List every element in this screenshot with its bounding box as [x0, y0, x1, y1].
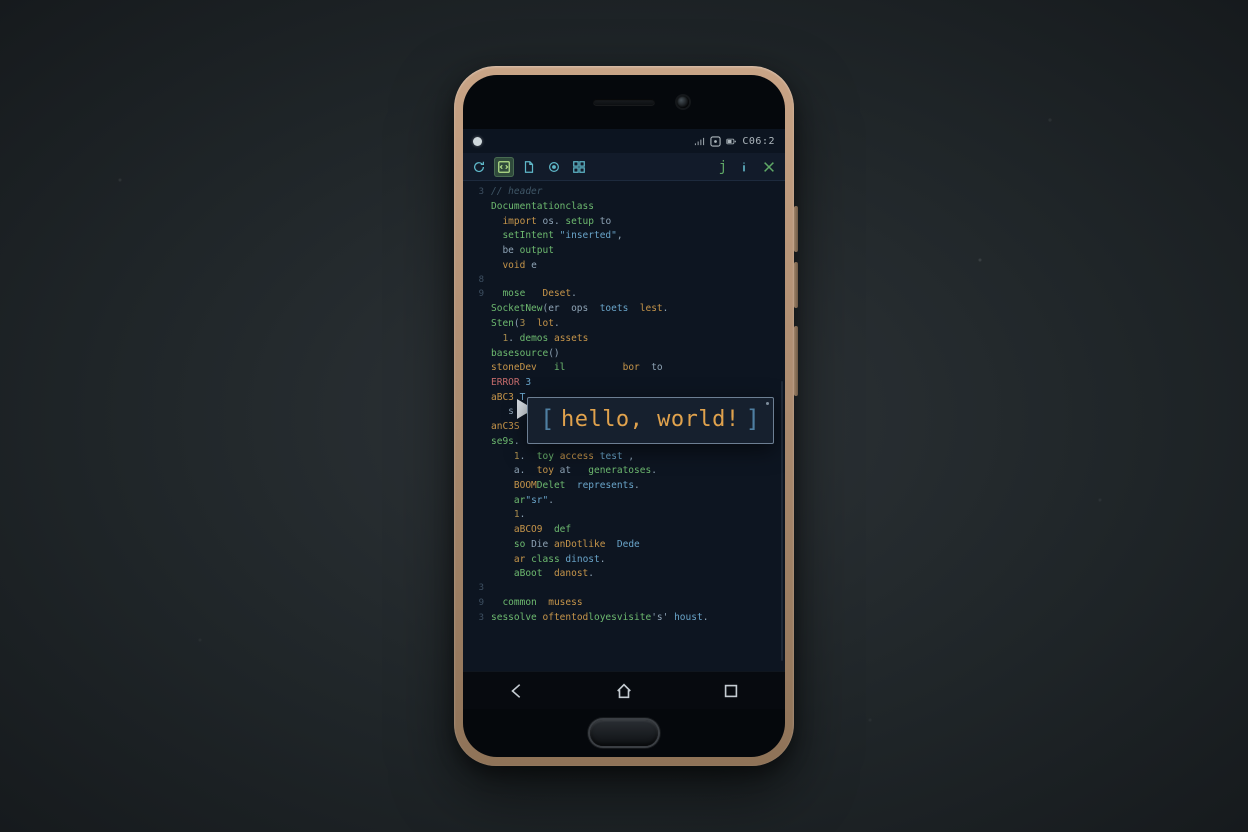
code-content: aBoot danost.: [491, 567, 779, 582]
code-line[interactable]: Sten(3 lot.: [463, 317, 785, 332]
line-number: 8: [469, 274, 491, 288]
popover-text: hello, world!: [561, 403, 740, 437]
bracket-close-icon: ]: [746, 407, 761, 431]
signal-icon: [694, 136, 705, 147]
scrollbar[interactable]: [781, 381, 783, 661]
code-line[interactable]: 8: [463, 274, 785, 288]
code-line[interactable]: basesource(): [463, 347, 785, 362]
line-number: 3: [469, 186, 491, 200]
back-button[interactable]: [493, 677, 541, 705]
volume-up-button[interactable]: [794, 206, 798, 252]
status-bar: C06:2: [463, 129, 785, 153]
code-line[interactable]: stoneDev il bor to: [463, 361, 785, 376]
code-content: ar class dinost.: [491, 553, 779, 568]
code-content: ERROR 3: [491, 376, 779, 391]
code-line[interactable]: setIntent "inserted",: [463, 229, 785, 244]
data-icon: [710, 136, 721, 147]
code-editor[interactable]: [ hello, world! ] 3// headerDocumentatio…: [463, 181, 785, 671]
front-camera: [677, 96, 689, 108]
editor-toolbar: j: [463, 153, 785, 181]
earpiece-speaker: [593, 99, 655, 106]
info-icon[interactable]: [734, 157, 754, 177]
code-content: mose Deset.: [491, 287, 779, 302]
code-content: aBCO9 def: [491, 523, 779, 538]
code-content: a. toy at generatoses.: [491, 464, 779, 479]
code-content: be output: [491, 244, 779, 259]
code-line[interactable]: a. toy at generatoses.: [463, 464, 785, 479]
code-content: stoneDev il bor to: [491, 361, 779, 376]
code-line[interactable]: 9 common musess: [463, 596, 785, 611]
code-line[interactable]: aBoot danost.: [463, 567, 785, 582]
code-line[interactable]: Documentationclass: [463, 200, 785, 215]
code-content: so Die anDotlike Dede: [491, 538, 779, 553]
code-line[interactable]: 1. toy access test ,: [463, 450, 785, 465]
code-line[interactable]: BOOMDelet represents.: [463, 479, 785, 494]
notification-dot-icon: [473, 137, 482, 146]
code-content: common musess: [491, 596, 779, 611]
code-content: // header: [491, 185, 779, 200]
code-content: 1. demos assets: [491, 332, 779, 347]
home-button[interactable]: [600, 677, 648, 705]
code-line[interactable]: 3: [463, 582, 785, 596]
code-line[interactable]: ERROR 3: [463, 376, 785, 391]
code-content: Sten(3 lot.: [491, 317, 779, 332]
code-content: setIntent "inserted",: [491, 229, 779, 244]
code-content: basesource(): [491, 347, 779, 362]
volume-down-button[interactable]: [794, 262, 798, 308]
code-content: 1.: [491, 508, 779, 523]
code-content: sessolve oftentodloyesvisite's' houst.: [491, 611, 779, 626]
power-button[interactable]: [794, 326, 798, 396]
refresh-icon[interactable]: [469, 157, 489, 177]
code-content: BOOMDelet represents.: [491, 479, 779, 494]
grid-icon[interactable]: [569, 157, 589, 177]
line-number: 9: [469, 597, 491, 611]
android-nav-bar: [463, 671, 785, 709]
phone-frame: C06:2 j [ hello, world! ] 3// headerDocu…: [454, 66, 794, 766]
code-content: Documentationclass: [491, 200, 779, 215]
cursor-indicator: j: [717, 159, 729, 175]
code-block-icon[interactable]: [494, 157, 514, 177]
code-line[interactable]: ar"sr".: [463, 494, 785, 509]
line-number: 9: [469, 288, 491, 302]
file-icon[interactable]: [519, 157, 539, 177]
code-line[interactable]: import os. setup to: [463, 215, 785, 230]
hello-world-popover[interactable]: [ hello, world! ]: [527, 397, 774, 444]
code-line[interactable]: 1.: [463, 508, 785, 523]
line-number: 3: [469, 582, 491, 596]
code-line[interactable]: 9 mose Deset.: [463, 287, 785, 302]
code-line[interactable]: 1. demos assets: [463, 332, 785, 347]
code-content: import os. setup to: [491, 215, 779, 230]
code-line[interactable]: SocketNew(er ops toets lest.: [463, 302, 785, 317]
code-content: ar"sr".: [491, 494, 779, 509]
code-line[interactable]: be output: [463, 244, 785, 259]
code-content: SocketNew(er ops toets lest.: [491, 302, 779, 317]
recent-apps-button[interactable]: [707, 677, 755, 705]
code-line[interactable]: aBCO9 def: [463, 523, 785, 538]
phone-screen: C06:2 j [ hello, world! ] 3// headerDocu…: [463, 75, 785, 757]
bottom-hardware: [463, 709, 785, 757]
code-line[interactable]: 3// header: [463, 185, 785, 200]
code-line[interactable]: void e: [463, 259, 785, 274]
code-line[interactable]: so Die anDotlike Dede: [463, 538, 785, 553]
code-line[interactable]: ar class dinost.: [463, 553, 785, 568]
clock: C06:2: [742, 136, 775, 147]
top-hardware: [463, 75, 785, 129]
code-content: void e: [491, 259, 779, 274]
preview-icon[interactable]: [544, 157, 564, 177]
bracket-open-icon: [: [540, 407, 555, 431]
code-content: 1. toy access test ,: [491, 450, 779, 465]
code-line[interactable]: 3sessolve oftentodloyesvisite's' houst.: [463, 611, 785, 626]
battery-icon: [726, 136, 737, 147]
close-icon[interactable]: [759, 157, 779, 177]
line-number: 3: [469, 612, 491, 626]
physical-home-button[interactable]: [590, 720, 658, 746]
